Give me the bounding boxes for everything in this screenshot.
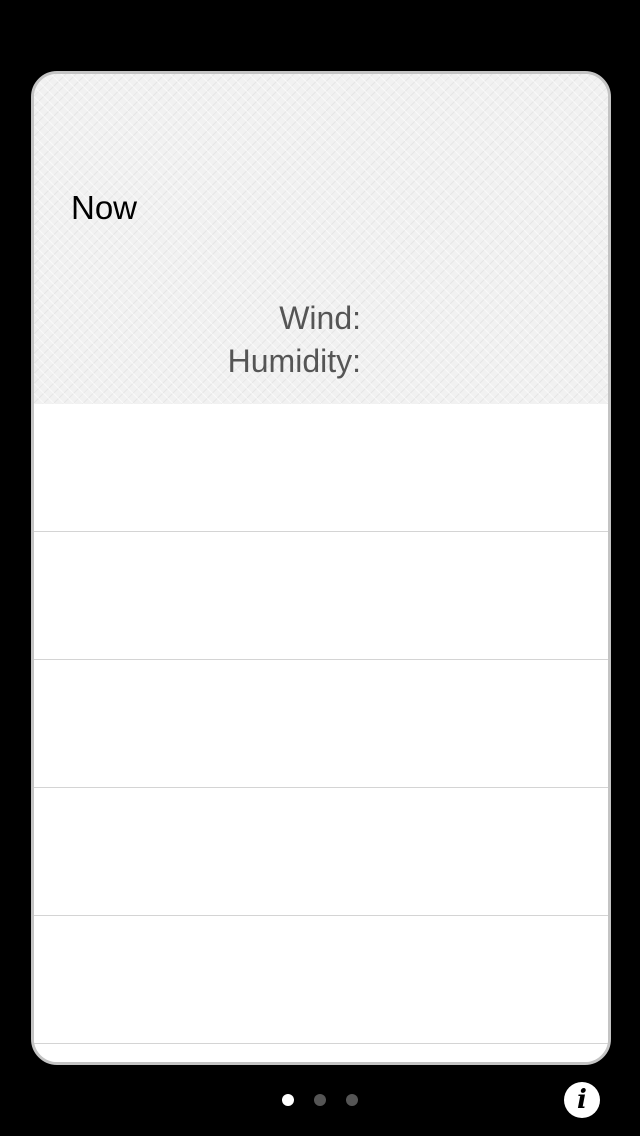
forecast-row [34,788,608,916]
forecast-row [34,1044,608,1062]
forecast-row [34,532,608,660]
page-dot-3[interactable] [346,1094,358,1106]
humidity-label: Humidity: [227,343,361,379]
forecast-list [34,404,608,1062]
info-icon[interactable]: i [564,1082,600,1118]
forecast-row [34,660,608,788]
weather-card: Now Wind: Humidity: [31,71,611,1065]
forecast-row [34,916,608,1044]
page-dot-1[interactable] [282,1094,294,1106]
page-dot-2[interactable] [314,1094,326,1106]
page-indicator[interactable] [0,1092,640,1108]
forecast-row [34,404,608,532]
current-conditions-panel: Now Wind: Humidity: [34,74,608,404]
now-label: Now [71,189,138,226]
wind-label: Wind: [279,300,361,336]
